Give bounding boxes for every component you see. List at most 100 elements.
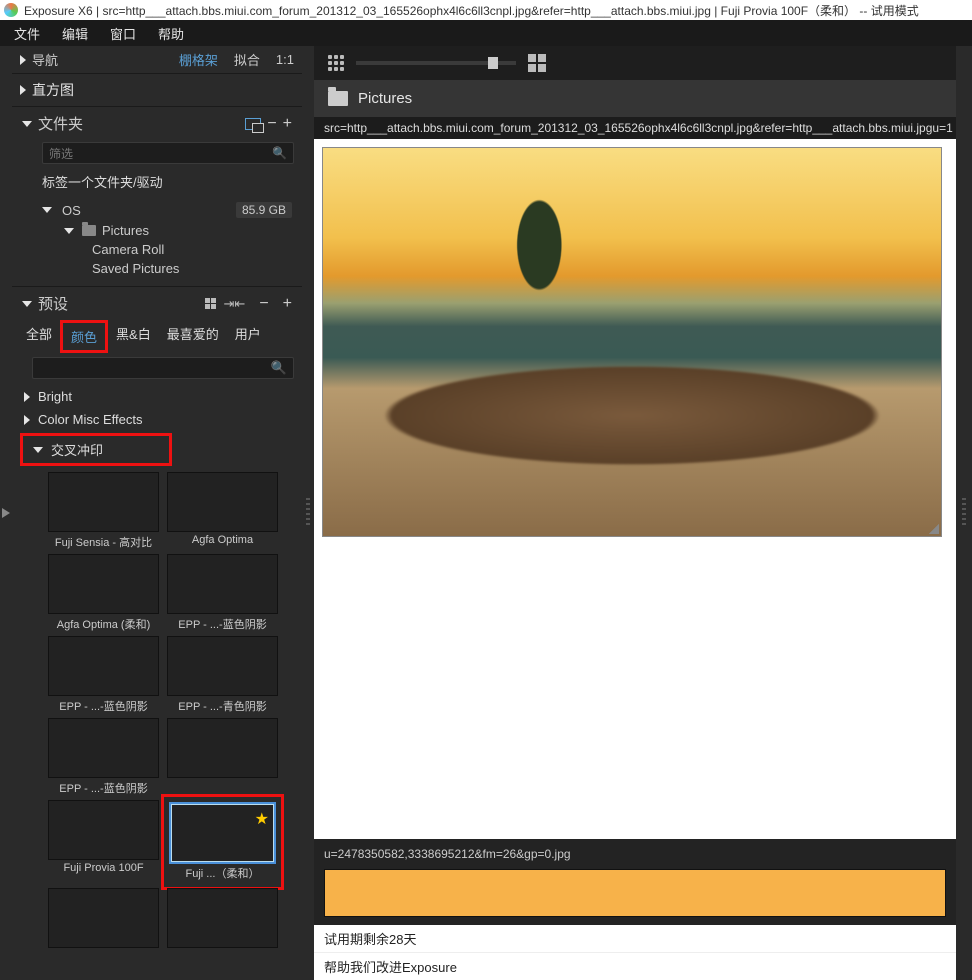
histogram-label: 直方图 (32, 80, 74, 100)
folder-tree: OS 85.9 GB Pictures Camera Roll Saved Pi… (12, 197, 302, 286)
minus-icon[interactable]: − (259, 295, 268, 313)
filter-placeholder: 筛选 (49, 145, 73, 162)
preset-label: Agfa Optima (167, 532, 278, 546)
sidebar-resize-handle[interactable] (302, 46, 314, 980)
grid-shelf-link[interactable]: 棚格架 (179, 50, 218, 69)
preset-thumb[interactable]: Fuji Provia 100F (48, 800, 159, 884)
search-icon: 🔍 (271, 360, 287, 376)
plus-icon[interactable]: + (283, 295, 292, 313)
breadcrumb-label: Pictures (358, 90, 412, 107)
help-improve-link[interactable]: 帮助我们改进Exposure (314, 952, 956, 980)
tab-fav[interactable]: 最喜爱的 (159, 320, 227, 353)
presets-panel: 预设 − + 全部 颜色 黑&白 最喜爱的 用户 🔍 (12, 287, 302, 980)
preset-label (167, 948, 278, 950)
trial-remaining-bar[interactable]: 试用期剩余28天 (314, 925, 956, 952)
caret-icon (64, 228, 74, 234)
caret-icon (24, 392, 30, 402)
tree-row-camera-roll[interactable]: Camera Roll (64, 240, 302, 259)
tab-color[interactable]: 颜色 (60, 320, 108, 353)
group-bright[interactable]: Bright (12, 385, 302, 408)
tag-folder-hint[interactable]: 标签一个文件夹/驱动 (12, 170, 302, 197)
menu-file[interactable]: 文件 (4, 21, 50, 46)
file-name-bar: src=http___attach.bbs.miui.com_forum_201… (314, 117, 956, 139)
search-icon: 🔍 (272, 146, 287, 160)
menu-help[interactable]: 帮助 (148, 21, 194, 46)
titlebar: Exposure X6 | src=http___attach.bbs.miui… (0, 0, 972, 20)
tree-row-saved-pictures[interactable]: Saved Pictures (64, 259, 302, 278)
tree-row-pictures[interactable]: Pictures (64, 221, 302, 240)
ratio-link[interactable]: 1:1 (276, 52, 294, 67)
nav-label[interactable]: 导航 (32, 50, 58, 69)
preset-thumb[interactable]: EPP - ...-蓝色阴影 (48, 636, 159, 714)
right-file-frag: u=1 (932, 121, 952, 135)
folder-icon (82, 225, 96, 236)
camera-roll-label: Camera Roll (92, 242, 164, 257)
folder-filter-input[interactable]: 筛选 🔍 (42, 142, 294, 164)
grid-view-icon[interactable] (205, 298, 216, 309)
tab-user[interactable]: 用户 (227, 320, 269, 353)
menu-window[interactable]: 窗口 (100, 21, 146, 46)
preset-thumbs: Fuji Sensia - 高对比 Agfa Optima Agfa Optima … (12, 468, 302, 954)
compress-icon[interactable] (224, 296, 246, 312)
preset-label: Fuji ...（柔和） (170, 863, 275, 881)
left-collapse-gutter[interactable] (0, 46, 12, 980)
main-file-name: src=http___attach.bbs.miui.com_forum_201… (324, 121, 932, 135)
preset-label: EPP - ...-蓝色阴影 (48, 696, 159, 714)
minus-icon[interactable]: − (267, 115, 276, 133)
dual-monitor-icon[interactable] (245, 118, 261, 130)
saved-pictures-label: Saved Pictures (92, 261, 179, 276)
preset-thumb[interactable]: Fuji Sensia - 高对比 (48, 472, 159, 550)
image-viewport[interactable] (314, 139, 956, 839)
folders-title: 文件夹 (38, 113, 245, 134)
sidebar: 导航 棚格架 拟合 1:1 直方图 文件夹 − + 筛选 🔍 标签一个文件夹/驱… (12, 46, 302, 980)
breadcrumb[interactable]: Pictures (314, 80, 956, 117)
pictures-label: Pictures (102, 223, 149, 238)
preset-thumb[interactable]: Agfa Optima (柔和) (48, 554, 159, 632)
preset-label: Agfa Optima (柔和) (48, 614, 159, 632)
caret-icon (20, 85, 26, 95)
preset-thumb[interactable] (48, 888, 159, 950)
resize-handle-icon (929, 524, 939, 534)
preset-thumb[interactable]: ★ Fuji ...（柔和） (167, 800, 278, 884)
caret-icon[interactable] (22, 121, 32, 127)
star-icon: ★ (255, 809, 269, 829)
preset-thumb[interactable]: EPP - ...-青色阴影 (167, 636, 278, 714)
titlebar-text: Exposure X6 | src=http___attach.bbs.miui… (24, 2, 919, 19)
os-label: OS (62, 203, 81, 218)
group-cross-process[interactable]: 交叉冲印 (20, 433, 172, 466)
preset-filter-input[interactable]: 🔍 (32, 357, 294, 379)
preset-label: Fuji Provia 100F (48, 860, 159, 874)
preset-thumb[interactable]: EPP - ...-蓝色阴影 (48, 718, 159, 796)
nav-panel: 导航 棚格架 拟合 1:1 (12, 46, 302, 74)
right-collapse-gutter[interactable] (956, 46, 972, 980)
app-logo-icon (4, 3, 18, 17)
group-color-misc[interactable]: Color Misc Effects (12, 408, 302, 431)
main-image[interactable] (322, 147, 942, 537)
menu-edit[interactable]: 编辑 (52, 21, 98, 46)
presets-title: 预设 (38, 293, 68, 314)
menubar: 文件 编辑 窗口 帮助 (0, 20, 972, 46)
thumb-caption: u=2478350582,3338695212&fm=26&gp=0.jpg (324, 847, 946, 861)
main-area: Pictures src=http___attach.bbs.miui.com_… (314, 46, 956, 980)
plus-icon[interactable]: + (283, 115, 292, 133)
preset-thumb[interactable] (167, 718, 278, 796)
filmstrip-thumb[interactable] (324, 869, 946, 917)
preset-thumb[interactable]: EPP - ...-蓝色阴影 (167, 554, 278, 632)
caret-icon[interactable] (22, 301, 32, 307)
small-thumbs-icon[interactable] (328, 55, 344, 71)
tab-all[interactable]: 全部 (18, 320, 60, 353)
fit-link[interactable]: 拟合 (234, 50, 260, 69)
thumb-size-slider[interactable] (356, 61, 516, 65)
tree-row-os[interactable]: OS 85.9 GB (12, 199, 302, 221)
large-thumbs-icon[interactable] (528, 54, 546, 72)
preset-label: EPP - ...-蓝色阴影 (167, 614, 278, 632)
os-size: 85.9 GB (236, 202, 292, 218)
preset-thumb[interactable]: Agfa Optima (167, 472, 278, 550)
folders-panel: 文件夹 − + 筛选 🔍 标签一个文件夹/驱动 OS 85.9 GB (12, 107, 302, 287)
histogram-panel[interactable]: 直方图 (12, 74, 302, 107)
folder-icon (328, 91, 348, 106)
tab-bw[interactable]: 黑&白 (108, 320, 159, 353)
caret-icon[interactable] (20, 55, 26, 65)
preset-thumb[interactable] (167, 888, 278, 950)
preset-label: EPP - ...-蓝色阴影 (48, 778, 159, 796)
